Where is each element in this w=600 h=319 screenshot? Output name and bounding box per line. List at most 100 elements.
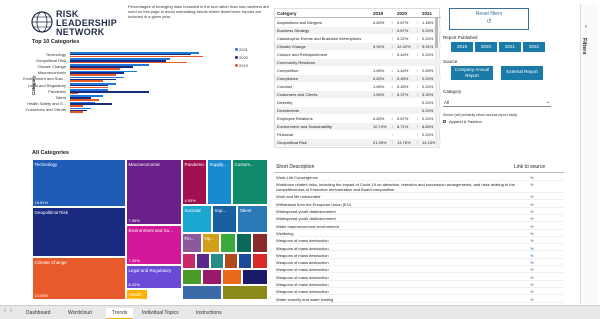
- treemap-cell[interactable]: Supply...: [207, 159, 232, 205]
- table-row[interactable]: Geopolitical Risk 21.49% ↑ 13.76% ↑ 14.15%: [275, 139, 441, 146]
- bar-2020[interactable]: [70, 91, 150, 93]
- table-row[interactable]: Divestments 0.24%: [275, 107, 441, 114]
- treemap-cell[interactable]: [238, 253, 252, 269]
- treemap-cell[interactable]: [236, 233, 252, 253]
- bar-2019[interactable]: [70, 92, 79, 95]
- treemap-cell[interactable]: [222, 269, 242, 285]
- bar-2019[interactable]: [70, 99, 100, 101]
- desc-row[interactable]: Weapons of mass destruction%: [274, 288, 564, 296]
- sector-option[interactable]: Apparel & Fashion: [443, 119, 551, 126]
- table-row[interactable]: Financial ↓ ↑ 0.24%: [275, 131, 441, 138]
- table-row[interactable]: Closure and Relinquishment ↑ 0.44% ↓ 0.24%: [275, 51, 441, 58]
- year-2022-button[interactable]: 2022: [523, 42, 545, 52]
- source-link[interactable]: %: [530, 224, 534, 229]
- treemap-cell[interactable]: [210, 253, 224, 269]
- link-header[interactable]: Link to source: [514, 164, 545, 170]
- desc-row[interactable]: Withdrawal from the European Union (EU)%: [274, 201, 564, 208]
- treemap-cell[interactable]: [252, 253, 268, 269]
- treemap-cell[interactable]: Environment and Su... 7.30%: [126, 225, 182, 265]
- tab-individual-topics[interactable]: Individual Topics: [136, 308, 185, 319]
- source-link[interactable]: %: [530, 282, 534, 287]
- th-2019[interactable]: 2019: [373, 11, 383, 16]
- year-2021-button[interactable]: 2021: [499, 42, 521, 52]
- source-link[interactable]: %: [530, 182, 534, 187]
- reset-filters-button[interactable]: Reset filters ↺: [449, 8, 529, 30]
- tab-dashboard[interactable]: Dashboard: [20, 308, 56, 319]
- desc-row[interactable]: Water scarcity and water trading%: [274, 296, 564, 303]
- source-link[interactable]: %: [530, 297, 534, 302]
- filters-pane[interactable]: ‹ Filters: [580, 4, 598, 304]
- table-row[interactable]: Customers and Clients 1.65% ↑ 5.37% ↑ 3.30%: [275, 91, 441, 98]
- table-row[interactable]: Environment and Sustainability 10.74% ↓ 6.7…: [275, 123, 441, 130]
- desc-row[interactable]: Weapons of mass destruction%: [274, 266, 564, 274]
- legend-item-2021[interactable]: 2021: [235, 47, 248, 52]
- legend-item-2020[interactable]: 2020: [235, 55, 248, 60]
- desc-row[interactable]: Work-Life Convergence%: [274, 174, 564, 181]
- source-link[interactable]: %: [530, 275, 534, 280]
- desc-row[interactable]: Weapons of mass destruction%: [274, 274, 564, 281]
- treemap-cell[interactable]: Societal: [182, 205, 212, 233]
- source-link[interactable]: %: [530, 175, 534, 180]
- desc-row[interactable]: Widespread youth disillusionment%: [274, 208, 564, 215]
- sector-checkbox[interactable]: [443, 120, 446, 124]
- source-link[interactable]: %: [530, 216, 534, 221]
- desc-row[interactable]: Work and life unbounded%: [274, 193, 564, 201]
- treemap-cell[interactable]: [182, 269, 202, 285]
- treemap-cell[interactable]: [252, 233, 268, 253]
- treemap-cell[interactable]: [220, 233, 236, 253]
- bar-2019[interactable]: [70, 80, 104, 82]
- source-link[interactable]: %: [530, 202, 534, 207]
- desc-header[interactable]: Short Description: [276, 164, 314, 170]
- treemap-cell[interactable]: Geopolitical Risk: [32, 207, 126, 257]
- desc-row[interactable]: Weapons of mass destruction%: [274, 281, 564, 288]
- table-row[interactable]: Business Strategy ↑ 0.67% ↓ 0.24%: [275, 27, 441, 34]
- source-link[interactable]: %: [530, 253, 534, 258]
- treemap-cell[interactable]: [222, 285, 268, 300]
- table-scrollbar[interactable]: [435, 18, 438, 148]
- desc-row[interactable]: Wellbeing%: [274, 230, 564, 237]
- external-report-button[interactable]: External Report: [501, 66, 543, 80]
- tab-next-icon[interactable]: ›: [10, 308, 12, 314]
- treemap-cell[interactable]: [224, 253, 238, 269]
- source-link[interactable]: %: [530, 231, 534, 236]
- desc-row[interactable]: Wider macroeconomic environment%: [274, 223, 564, 230]
- treemap-cell[interactable]: Op...: [202, 233, 220, 253]
- bar-2019[interactable]: [70, 55, 204, 58]
- treemap-cell[interactable]: [242, 269, 268, 285]
- source-link[interactable]: %: [530, 246, 534, 251]
- th-2020[interactable]: 2020: [397, 11, 407, 16]
- category-dropdown[interactable]: All ⌄: [443, 98, 551, 107]
- table-row[interactable]: Catastrophic Events and Business Interru…: [275, 35, 441, 43]
- source-link[interactable]: %: [530, 238, 534, 243]
- treemap-cell[interactable]: Technology 15.51%: [32, 159, 126, 207]
- table-row[interactable]: Diversity 0.24%: [275, 99, 441, 106]
- desc-row[interactable]: Weapons of mass destruction%: [274, 237, 564, 245]
- treemap-cell[interactable]: [182, 285, 222, 300]
- treemap-cell[interactable]: Health, Safety and S...: [126, 289, 148, 300]
- treemap-cell[interactable]: Custom...: [232, 159, 268, 205]
- desc-row[interactable]: Weapons of mass destruction%: [274, 244, 564, 252]
- treemap-cell[interactable]: Pandemic 4.93%: [182, 159, 207, 205]
- desc-row[interactable]: Widespread youth disillusionment%: [274, 215, 564, 223]
- th-2021[interactable]: 2021: [422, 11, 432, 16]
- treemap-cell[interactable]: [202, 269, 222, 285]
- chevron-left-icon[interactable]: ‹: [585, 24, 587, 30]
- table-row[interactable]: Compliance 0.83% ↓ 0.45% ↓ 0.24%: [275, 75, 441, 82]
- bar-2019[interactable]: [70, 105, 83, 107]
- bar-2019[interactable]: [70, 61, 187, 64]
- source-link[interactable]: %: [530, 267, 534, 272]
- source-link[interactable]: %: [530, 209, 534, 214]
- treemap-cell[interactable]: Sup...: [212, 205, 237, 233]
- treemap-cell[interactable]: Climate Change 10.45%: [32, 257, 126, 300]
- treemap-cell[interactable]: Legal and Regulatory 6.42%: [126, 265, 182, 289]
- table-row[interactable]: Community Relations: [275, 59, 441, 66]
- year-2020-button[interactable]: 2020: [475, 42, 497, 52]
- tab-instructions[interactable]: Instructions: [190, 308, 228, 319]
- treemap-cell[interactable]: Fin...: [182, 233, 202, 253]
- treemap-cell[interactable]: [196, 253, 210, 269]
- table-row[interactable]: Climate Change 9.92% ↑ 12.42% ↑ 9.91%: [275, 43, 441, 50]
- desc-row[interactable]: Weapons of mass destruction%: [274, 252, 564, 259]
- source-link[interactable]: %: [530, 260, 534, 265]
- tab-trends[interactable]: Trends: [106, 308, 134, 319]
- source-link[interactable]: %: [530, 194, 534, 199]
